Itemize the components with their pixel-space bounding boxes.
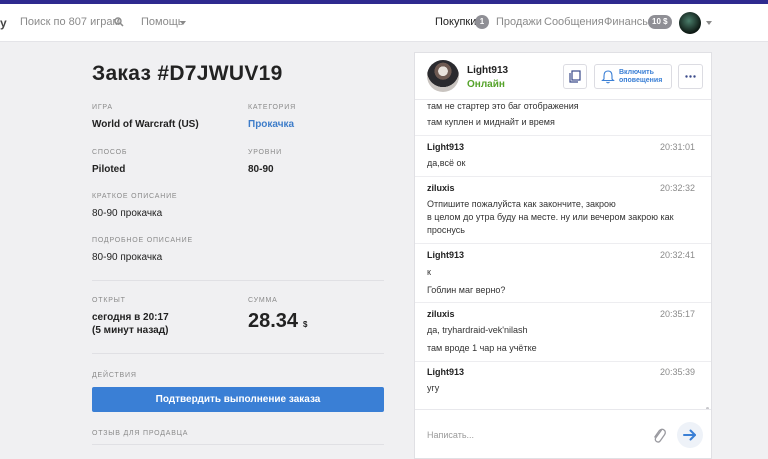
message-input[interactable] — [427, 426, 637, 444]
top-navigation-bar: y Поиск по 807 играм Помощь Покупки 1 Пр… — [0, 4, 768, 42]
message-author[interactable]: ziluxis — [427, 309, 455, 319]
order-amount: 28.34 — [248, 310, 299, 332]
notify-label-line2: оповещения — [619, 77, 663, 84]
more-dots-icon — [685, 75, 696, 78]
actions-label: ДЕЙСТВИЯ — [92, 372, 137, 379]
user-avatar[interactable] — [679, 12, 701, 34]
chat-messages[interactable]: там не стартер это баг отображения там к… — [415, 101, 711, 409]
search-input[interactable]: Поиск по 807 играм — [20, 16, 120, 28]
help-menu[interactable]: Помощь — [141, 16, 184, 28]
game-value: World of Warcraft (US) — [92, 119, 199, 130]
divider — [92, 280, 384, 281]
message-text: там не стартер это баг отображения — [427, 101, 579, 111]
levels-value: 80-90 — [248, 164, 274, 175]
message-divider — [415, 243, 711, 244]
chat-user-avatar[interactable] — [427, 60, 459, 92]
chat-header: Light913 Онлайн Включить оповещения — [415, 53, 711, 100]
enable-notifications-button[interactable]: Включить оповещения — [594, 64, 672, 89]
copy-button[interactable] — [563, 64, 587, 89]
nav-messages[interactable]: Сообщения — [544, 16, 604, 28]
message-text: Гоблин маг верно? — [427, 285, 506, 295]
nav-purchases[interactable]: Покупки — [435, 16, 476, 28]
chat-input-bar — [415, 409, 711, 459]
finance-badge: 10 $ — [648, 15, 672, 29]
copy-icon — [569, 70, 581, 83]
method-value: Piloted — [92, 164, 126, 175]
levels-label: УРОВНИ — [248, 149, 282, 156]
category-link[interactable]: Прокачка — [248, 119, 294, 130]
nav-finance[interactable]: Финансы — [604, 16, 650, 28]
paperclip-icon[interactable] — [651, 425, 667, 445]
opened-relative: (5 минут назад) — [92, 325, 169, 336]
divider — [92, 444, 384, 445]
notify-label-line1: Включить — [619, 69, 654, 76]
message-text: в целом до утра буду на месте. ну или ве… — [427, 212, 674, 222]
chat-panel: Light913 Онлайн Включить оповещения там … — [414, 52, 712, 459]
message-divider — [415, 135, 711, 136]
message-time: 20:35:17 — [659, 309, 695, 319]
message-author[interactable]: Light913 — [427, 142, 464, 152]
message-text: там куплен и миднайт и время — [427, 117, 555, 127]
chat-user-status: Онлайн — [467, 79, 505, 90]
message-time: 20:32:41 — [659, 250, 695, 260]
chevron-down-icon — [180, 21, 186, 25]
message-text: угу — [427, 383, 440, 393]
chat-user-name[interactable]: Light913 — [467, 65, 508, 76]
short-description-value: 80-90 прокачка — [92, 208, 163, 219]
more-options-button[interactable] — [678, 64, 703, 89]
seller-review-label: ОТЗЫВ ДЛЯ ПРОДАВЦА — [92, 430, 189, 437]
message-time: 20:32:32 — [659, 183, 695, 193]
confirm-order-button[interactable]: Подтвердить выполнение заказа — [92, 387, 384, 412]
opened-date: сегодня в 20:17 — [92, 312, 169, 323]
method-label: СПОСОБ — [92, 149, 128, 156]
full-description-value: 80-90 прокачка — [92, 252, 163, 263]
page-title: Заказ #D7JWUV19 — [92, 62, 283, 85]
nav-sales[interactable]: Продажи — [496, 16, 542, 28]
message-text: да,всё ок — [427, 158, 466, 168]
arrow-right-icon — [683, 429, 696, 441]
message-divider — [415, 361, 711, 362]
message-divider — [415, 176, 711, 177]
send-message-button[interactable] — [677, 422, 703, 448]
message-text: там вроде 1 чар на учётке — [427, 343, 537, 353]
search-icon[interactable] — [114, 17, 124, 27]
message-divider — [415, 302, 711, 303]
chevron-down-icon[interactable] — [706, 21, 712, 25]
full-description-label: ПОДРОБНОЕ ОПИСАНИЕ — [92, 237, 193, 244]
category-label: КАТЕГОРИЯ — [248, 104, 296, 111]
game-label: ИГРА — [92, 104, 113, 111]
message-author[interactable]: ziluxis — [427, 183, 455, 193]
message-author[interactable]: Light913 — [427, 250, 464, 260]
order-currency: $ — [303, 320, 308, 329]
message-text: Отпишите пожалуйста как закончите, закро… — [427, 199, 616, 209]
short-description-label: КРАТКОЕ ОПИСАНИЕ — [92, 193, 178, 200]
message-text: проснусь — [427, 225, 465, 235]
message-time: 20:35:39 — [659, 367, 695, 377]
logo-fragment[interactable]: y — [0, 16, 7, 30]
purchases-badge: 1 — [475, 15, 489, 29]
message-text: да, tryhardraid-vek'nilash — [427, 325, 528, 335]
divider — [92, 353, 384, 354]
message-author[interactable]: Light913 — [427, 367, 464, 377]
opened-label: ОТКРЫТ — [92, 297, 126, 304]
sum-label: СУММА — [248, 297, 278, 304]
message-time: 20:31:01 — [659, 142, 695, 152]
bell-icon — [601, 70, 615, 84]
message-text: к — [427, 267, 431, 277]
